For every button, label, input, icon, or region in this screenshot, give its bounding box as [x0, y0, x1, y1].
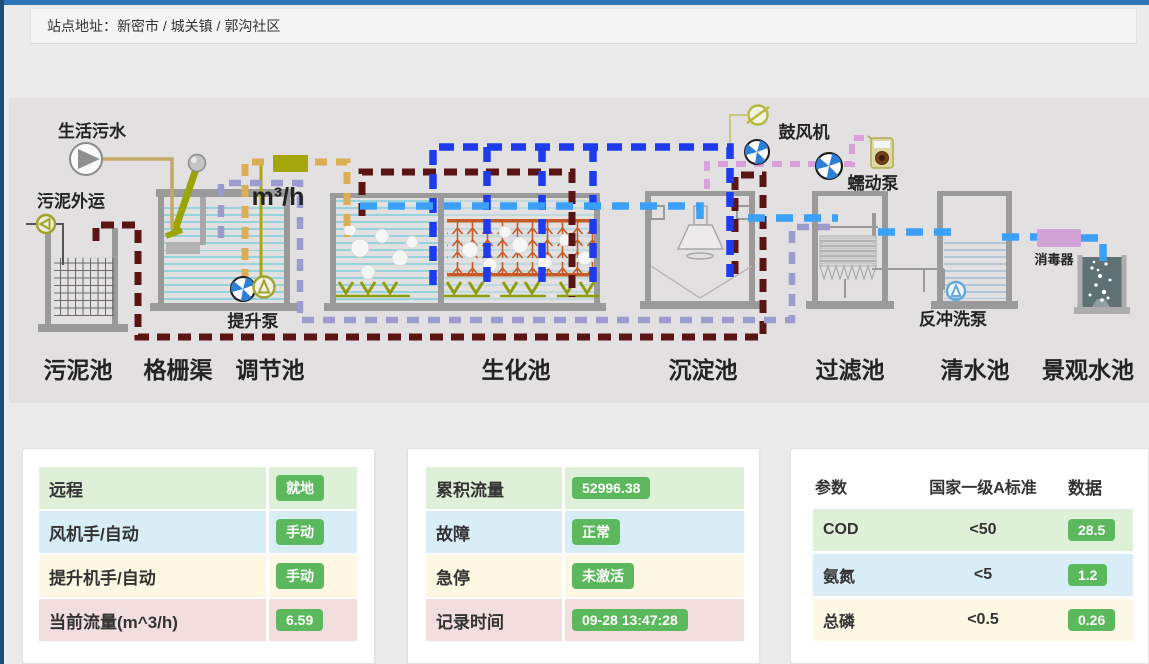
tank-label-sludge: 污泥池	[44, 357, 113, 383]
control-mode-table: 远程 就地 风机手/自动 手动 提升机手/自动 手动 当前流量(m^3/h) 6…	[39, 467, 357, 641]
column-header-param: 参数	[813, 474, 913, 498]
site-address-header: 站点地址：新密市 / 城关镇 / 郭沟社区	[30, 8, 1137, 44]
row-label: 累积流量	[426, 467, 562, 509]
param-standard: <5	[913, 566, 1053, 584]
peristaltic-pump-icon	[868, 136, 893, 168]
table-row: 当前流量(m^3/h) 6.59	[39, 599, 357, 641]
top-accent-bar	[0, 0, 1149, 5]
control-mode-card: 远程 就地 风机手/自动 手动 提升机手/自动 手动 当前流量(m^3/h) 6…	[22, 448, 375, 664]
label-blower: 鼓风机	[779, 122, 830, 142]
clean-water-tank	[872, 191, 1018, 309]
label-inflow: 生活污水	[58, 121, 127, 141]
label-backwash-pump: 反冲洗泵	[919, 309, 987, 329]
param-value-cell: 28.5	[1053, 519, 1133, 541]
table-header-row: 参数 国家一级A标准 数据	[813, 463, 1133, 509]
disinfector-unit	[1037, 229, 1081, 247]
blower-fan-icon-2	[812, 153, 842, 183]
table-row: 远程 就地	[39, 467, 357, 509]
tank-label-filter: 过滤池	[816, 357, 885, 383]
label-flow-unit: m³/h	[252, 183, 305, 211]
backwash-pump-icon	[947, 282, 965, 300]
table-row: 提升机手/自动 手动	[39, 555, 357, 597]
row-label: 记录时间	[426, 599, 562, 641]
status-badge: 手动	[276, 519, 324, 545]
row-label: 风机手/自动	[39, 511, 266, 553]
run-status-card: 累积流量 52996.38 故障 正常 急停 未激活 记录时间 09-28 13…	[407, 448, 760, 664]
label-disinfector: 消毒器	[1034, 252, 1074, 267]
status-badge: 就地	[276, 475, 324, 501]
inflow-pump-icon	[70, 143, 102, 175]
biochemical-tank	[324, 193, 606, 311]
status-badge: 52996.38	[572, 477, 650, 499]
table-row: 氨氮 <5 1.2	[813, 554, 1133, 596]
param-name: 氨氮	[813, 563, 913, 587]
tank-label-sedimentation: 沉淀池	[669, 357, 738, 383]
filter-media	[820, 236, 876, 266]
water-quality-table: 参数 国家一级A标准 数据 COD <50 28.5 氨氮 <5 1.2 总磷 …	[813, 463, 1133, 641]
tank-label-grid-channel: 格栅渠	[144, 357, 213, 383]
column-header-data: 数据	[1053, 474, 1133, 499]
param-name: COD	[813, 521, 913, 539]
table-row: 累积流量 52996.38	[426, 467, 744, 509]
row-label: 提升机手/自动	[39, 555, 266, 597]
label-lift-pump: 提升泵	[228, 312, 279, 331]
label-peristaltic-pump: 蠕动泵	[848, 174, 899, 193]
row-value-cell: 就地	[269, 467, 357, 509]
value-badge: 28.5	[1068, 519, 1115, 541]
site-address-text: 站点地址：新密市 / 城关镇 / 郭沟社区	[31, 16, 280, 36]
process-flow-panel: 生活污水 污泥外运 m³/h 提升泵 鼓风机 蠕动泵 反冲洗泵 消毒器 污泥池 …	[9, 98, 1149, 403]
tank-label-landscape: 景观水池	[1042, 357, 1134, 383]
value-badge: 0.26	[1068, 609, 1115, 631]
flow-meter	[273, 155, 308, 172]
row-label: 急停	[426, 555, 562, 597]
table-row: COD <50 28.5	[813, 509, 1133, 551]
water-quality-card: 参数 国家一级A标准 数据 COD <50 28.5 氨氮 <5 1.2 总磷 …	[790, 448, 1149, 664]
row-label: 故障	[426, 511, 562, 553]
left-accent-bar	[0, 0, 4, 664]
timestamp-badge: 09-28 13:47:28	[572, 609, 688, 631]
column-header-standard: 国家一级A标准	[913, 474, 1053, 498]
filter-tank	[806, 191, 894, 309]
blower-valve-pipe	[730, 115, 747, 144]
label-sludge-out: 污泥外运	[37, 191, 105, 211]
status-badge: 手动	[276, 563, 324, 589]
row-label: 当前流量(m^3/h)	[39, 599, 266, 641]
param-value-cell: 0.26	[1053, 609, 1133, 631]
status-badge: 未激活	[572, 563, 634, 589]
run-status-table: 累积流量 52996.38 故障 正常 急停 未激活 记录时间 09-28 13…	[426, 467, 744, 641]
row-label: 远程	[39, 467, 266, 509]
lift-pump-icon	[254, 277, 275, 298]
table-row: 急停 未激活	[426, 555, 744, 597]
value-badge: 1.2	[1068, 564, 1107, 586]
table-row: 总磷 <0.5 0.26	[813, 599, 1133, 641]
param-value-cell: 1.2	[1053, 564, 1133, 586]
blower-valve-icon	[747, 106, 769, 125]
row-value-cell: 09-28 13:47:28	[565, 599, 744, 641]
sludge-valve-icon	[37, 215, 55, 233]
tank-label-regulation: 调节池	[236, 357, 305, 383]
table-row: 记录时间 09-28 13:47:28	[426, 599, 744, 641]
row-value-cell: 52996.38	[565, 467, 744, 509]
row-value-cell: 手动	[269, 555, 357, 597]
tank-label-biochemical: 生化池	[482, 357, 551, 383]
status-badge: 6.59	[276, 609, 323, 631]
process-flow-diagram: 生活污水 污泥外运 m³/h 提升泵 鼓风机 蠕动泵 反冲洗泵 消毒器 污泥池 …	[9, 98, 1149, 403]
tank-label-clean-water: 清水池	[941, 357, 1010, 383]
landscape-pool	[1074, 255, 1130, 314]
table-row: 风机手/自动 手动	[39, 511, 357, 553]
param-standard: <0.5	[913, 611, 1053, 629]
param-name: 总磷	[813, 608, 913, 632]
table-row: 故障 正常	[426, 511, 744, 553]
row-value-cell: 6.59	[269, 599, 357, 641]
row-value-cell: 未激活	[565, 555, 744, 597]
row-value-cell: 正常	[565, 511, 744, 553]
row-value-cell: 手动	[269, 511, 357, 553]
sludge-tank	[38, 228, 128, 332]
status-badge: 正常	[572, 519, 620, 545]
param-standard: <50	[913, 521, 1053, 539]
